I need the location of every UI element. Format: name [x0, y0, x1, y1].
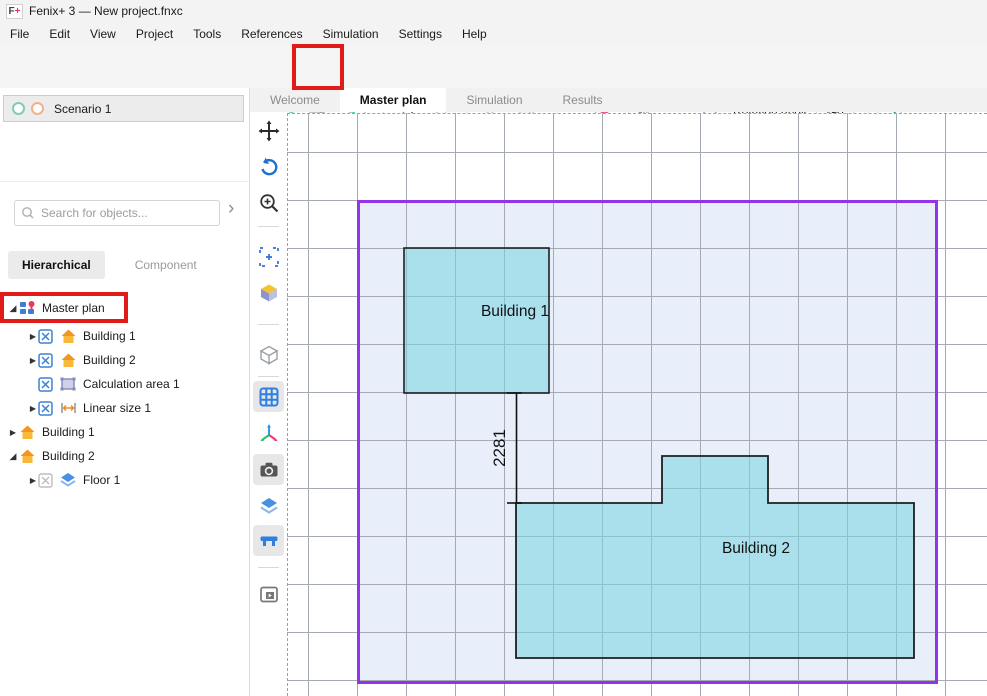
tree-item-calculation-area-1[interactable]: Calculation area 1: [0, 372, 249, 396]
main-toolbar: Rotation angle: ° Evacuation simulation: [0, 45, 987, 88]
building-icon: [18, 424, 36, 440]
document-tab-bar: Welcome Master plan Simulation Results: [250, 88, 987, 112]
presentation-tool-icon[interactable]: [253, 579, 284, 610]
visibility-checkbox-unchecked[interactable]: [38, 473, 53, 488]
tab-component[interactable]: Component: [121, 251, 211, 279]
chevron-right-icon[interactable]: ›: [228, 198, 234, 220]
tree-label: Floor 1: [83, 473, 120, 487]
drawing-layer: Building 1 Building 2 2281: [288, 114, 987, 696]
window-title: Fenix+ 3 — New project.fnxc: [29, 4, 183, 18]
tree-item-floor-1[interactable]: ▶ Floor 1: [0, 468, 249, 492]
menu-file[interactable]: File: [0, 24, 39, 44]
tab-results[interactable]: Results: [543, 88, 623, 112]
tree-item-linear-size-1[interactable]: ▶ Linear size 1: [0, 396, 249, 420]
visibility-checkbox-checked[interactable]: [38, 353, 53, 368]
calculation-area-icon: [59, 376, 77, 392]
building-2-shape[interactable]: [516, 456, 914, 658]
linear-size-icon: [59, 400, 77, 416]
tree-label: Building 2: [83, 353, 136, 367]
tool-separator: [258, 376, 279, 377]
app-window: F+ Fenix+ 3 — New project.fnxc File Edit…: [0, 0, 987, 696]
menu-tools[interactable]: Tools: [183, 24, 231, 44]
visibility-checkbox-checked[interactable]: [38, 329, 53, 344]
move-tool-icon[interactable]: [253, 115, 284, 146]
sidebar-divider: [0, 181, 249, 182]
search-input[interactable]: [39, 205, 219, 221]
tree-item-building-1[interactable]: ▶ Building 1: [0, 324, 249, 348]
annotation-box-toolbar: [292, 44, 344, 90]
scenario-status-icon-orange: [31, 102, 44, 115]
master-plan-canvas[interactable]: Building 1 Building 2 2281: [287, 113, 987, 696]
scenario-status-icon-green: [12, 102, 25, 115]
tree-item-building-2[interactable]: ▶ Building 2: [0, 348, 249, 372]
tree-label: Linear size 1: [83, 401, 151, 415]
dimension-value: 2281: [490, 429, 509, 467]
menu-view[interactable]: View: [80, 24, 126, 44]
building-icon: [18, 448, 36, 464]
title-bar: F+ Fenix+ 3 — New project.fnxc: [0, 0, 987, 22]
rotate-view-tool-icon[interactable]: [253, 151, 284, 182]
expand-arrow-icon[interactable]: ▶: [28, 332, 38, 341]
building-icon: [59, 352, 77, 368]
menu-help[interactable]: Help: [452, 24, 497, 44]
visibility-checkbox-checked[interactable]: [38, 401, 53, 416]
app-logo-icon: F+: [6, 4, 23, 19]
expand-arrow-icon[interactable]: ▶: [8, 428, 18, 437]
tree-view-tabs: Hierarchical Component: [8, 251, 211, 279]
building-1-label: Building 1: [481, 303, 549, 320]
floor-icon: [59, 472, 77, 488]
menu-references[interactable]: References: [231, 24, 312, 44]
tab-simulation[interactable]: Simulation: [446, 88, 542, 112]
zoom-tool-icon[interactable]: [253, 187, 284, 218]
menu-settings[interactable]: Settings: [389, 24, 452, 44]
tab-hierarchical[interactable]: Hierarchical: [8, 251, 105, 279]
tool-separator: [258, 226, 279, 227]
tab-master-plan[interactable]: Master plan: [340, 88, 447, 112]
menu-edit[interactable]: Edit: [39, 24, 80, 44]
canvas-tool-strip: [250, 112, 287, 696]
visibility-checkbox-checked[interactable]: [38, 377, 53, 392]
furniture-tool-icon[interactable]: [253, 525, 284, 556]
collapse-arrow-icon[interactable]: ◢: [8, 451, 18, 462]
tree-label: Building 1: [83, 329, 136, 343]
building-2-label: Building 2: [722, 540, 790, 557]
search-box[interactable]: [14, 200, 220, 226]
expand-arrow-icon[interactable]: ▶: [28, 476, 38, 485]
tool-separator: [258, 567, 279, 568]
menu-bar: File Edit View Project Tools References …: [0, 22, 987, 45]
axes-tool-icon[interactable]: [253, 418, 284, 449]
master-plan-icon: [18, 300, 36, 316]
building-icon: [59, 328, 77, 344]
scenario-row[interactable]: Scenario 1: [3, 95, 244, 122]
collapse-arrow-icon[interactable]: ◢: [8, 303, 18, 314]
expand-arrow-icon[interactable]: ▶: [28, 404, 38, 413]
tree-item-building-1-root[interactable]: ▶ Building 1: [0, 420, 249, 444]
menu-project[interactable]: Project: [126, 24, 183, 44]
wireframe-tool-icon[interactable]: [253, 339, 284, 370]
search-icon: [15, 205, 39, 221]
grid-tool-icon[interactable]: [253, 381, 284, 412]
tree-label: Building 2: [42, 449, 95, 463]
sidebar: Scenario 1 › Hierarchical Component ◢ Ma…: [0, 88, 250, 696]
tool-separator: [258, 324, 279, 325]
tree-item-building-2-root[interactable]: ◢ Building 2: [0, 444, 249, 468]
view-3d-tool-icon[interactable]: [253, 277, 284, 308]
fit-view-tool-icon[interactable]: [253, 241, 284, 272]
floors-tool-icon[interactable]: [253, 490, 284, 521]
camera-tool-icon[interactable]: [253, 454, 284, 485]
tree-label: Calculation area 1: [83, 377, 180, 391]
expand-arrow-icon[interactable]: ▶: [28, 356, 38, 365]
scenario-label: Scenario 1: [54, 102, 111, 116]
tree-label: Master plan: [42, 301, 105, 315]
tab-welcome[interactable]: Welcome: [250, 88, 340, 112]
dimension-line[interactable]: 2281: [490, 393, 522, 503]
menu-simulation[interactable]: Simulation: [313, 24, 389, 44]
building-1-shape[interactable]: [404, 248, 549, 393]
tree-label: Building 1: [42, 425, 95, 439]
tree-item-master-plan[interactable]: ◢ Master plan: [0, 296, 249, 320]
